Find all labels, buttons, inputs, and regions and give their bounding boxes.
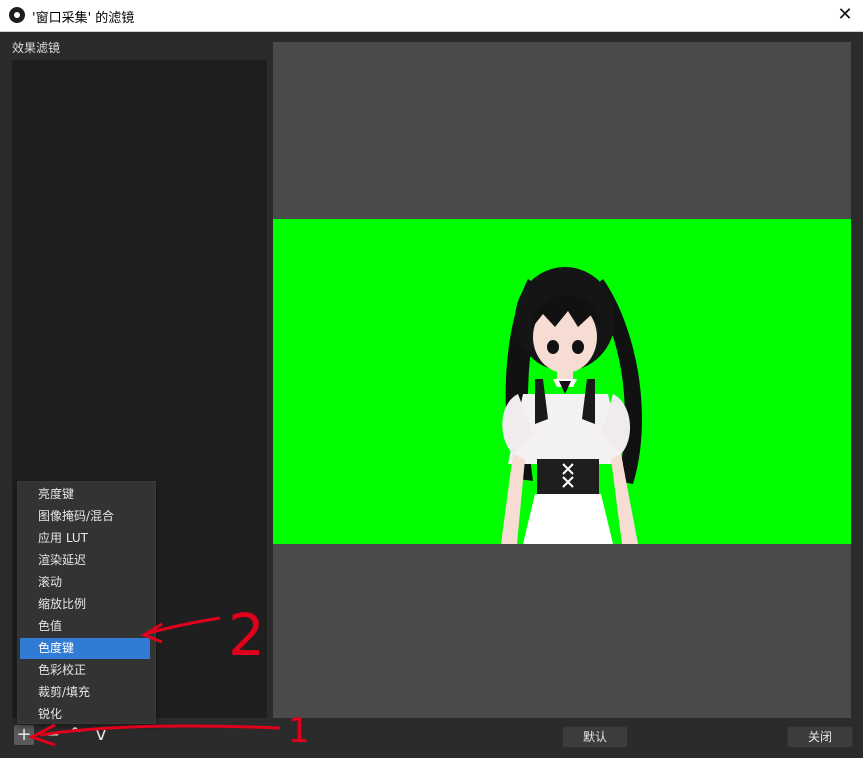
avatar-character-image xyxy=(501,267,642,544)
title-bar: '窗口采集' 的滤镜 ✕ xyxy=(0,0,863,32)
menu-item-chroma-key[interactable]: 色度键 xyxy=(20,638,150,659)
bottom-toolbar xyxy=(0,720,863,758)
add-filter-menu: 亮度键 图像掩码/混合 应用 LUT 渲染延迟 滚动 缩放比例 色值 色度键 色… xyxy=(17,481,156,724)
move-down-icon[interactable]: v xyxy=(91,725,111,745)
menu-item[interactable]: 锐化 xyxy=(20,704,150,725)
menu-item[interactable]: 图像掩码/混合 xyxy=(20,506,150,527)
menu-item[interactable]: 裁剪/填充 xyxy=(20,682,150,703)
remove-filter-button[interactable]: — xyxy=(40,725,60,745)
menu-item[interactable]: 亮度键 xyxy=(20,484,150,505)
menu-item[interactable]: 色彩校正 xyxy=(20,660,150,681)
close-button[interactable]: 关闭 xyxy=(787,726,853,748)
menu-item[interactable]: 缩放比例 xyxy=(20,594,150,615)
close-icon[interactable]: ✕ xyxy=(833,3,857,27)
menu-item[interactable]: 渲染延迟 xyxy=(20,550,150,571)
window-title: '窗口采集' 的滤镜 xyxy=(32,11,135,26)
menu-item[interactable]: 应用 LUT xyxy=(20,528,150,549)
move-up-icon[interactable]: ^ xyxy=(65,725,85,745)
menu-item[interactable]: 滚动 xyxy=(20,572,150,593)
add-filter-button[interactable]: + xyxy=(14,725,34,745)
preview-area xyxy=(273,42,851,718)
preview-video xyxy=(273,219,851,544)
menu-item[interactable]: 色值 xyxy=(20,616,150,637)
obs-app-icon xyxy=(9,7,25,23)
filters-panel-label: 效果滤镜 xyxy=(12,41,61,55)
defaults-button[interactable]: 默认 xyxy=(562,726,628,748)
